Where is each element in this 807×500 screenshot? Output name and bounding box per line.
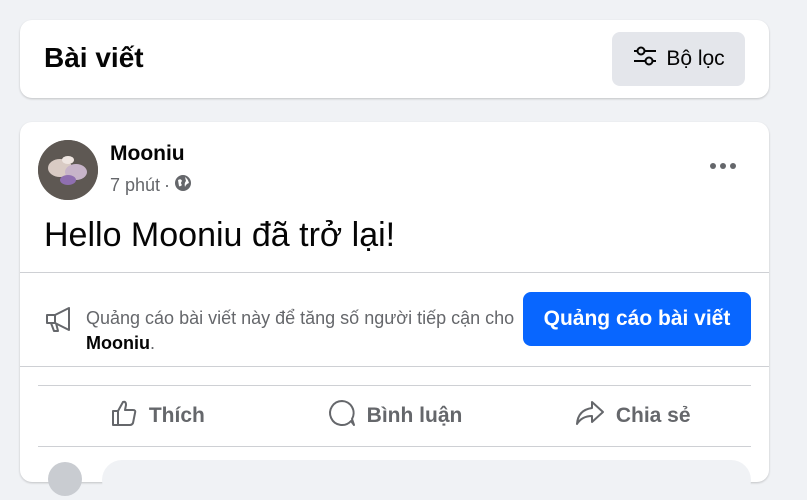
filter-button[interactable]: Bộ lọc <box>612 32 745 86</box>
post-time[interactable]: 7 phút <box>110 175 160 196</box>
divider <box>20 272 769 273</box>
comment-label: Bình luận <box>366 404 463 427</box>
divider <box>20 366 769 367</box>
share-button[interactable]: Chia sẻ <box>513 388 751 444</box>
share-label: Chia sẻ <box>615 404 691 427</box>
divider <box>38 385 751 386</box>
promo-page-name: Mooniu <box>86 333 150 353</box>
divider <box>38 446 751 447</box>
meta-separator: · <box>164 175 171 195</box>
share-icon <box>574 398 606 434</box>
thumbs-up-icon <box>109 398 139 434</box>
comment-input[interactable] <box>102 460 751 500</box>
globe-icon <box>174 174 192 197</box>
sliders-icon <box>632 45 658 73</box>
post-card: Mooniu 7 phút · Hello Mooniu đã trở lại!… <box>20 122 769 500</box>
comment-button[interactable]: Bình luận <box>276 388 514 444</box>
author-name[interactable]: Mooniu <box>110 142 185 166</box>
filter-button-label: Bộ lọc <box>666 47 725 70</box>
promo-description: Quảng cáo bài viết này để tăng số người … <box>86 308 515 353</box>
comment-icon <box>327 398 357 434</box>
post-meta: 7 phút · <box>110 174 192 197</box>
like-button[interactable]: Thích <box>38 388 276 444</box>
posts-header-card: Bài viết Bộ lọc <box>20 20 769 98</box>
more-options-icon[interactable] <box>705 154 741 178</box>
current-user-avatar[interactable] <box>48 462 82 496</box>
like-label: Thích <box>148 404 205 427</box>
boost-post-button[interactable]: Quảng cáo bài viết <box>523 292 751 346</box>
author-avatar[interactable] <box>38 140 98 200</box>
post-text: Hello Mooniu đã trở lại! <box>44 216 396 254</box>
megaphone-icon <box>44 305 76 338</box>
page-title: Bài viết <box>44 42 144 73</box>
post-actions-bar: Thích Bình luận Chia sẻ <box>38 388 751 444</box>
